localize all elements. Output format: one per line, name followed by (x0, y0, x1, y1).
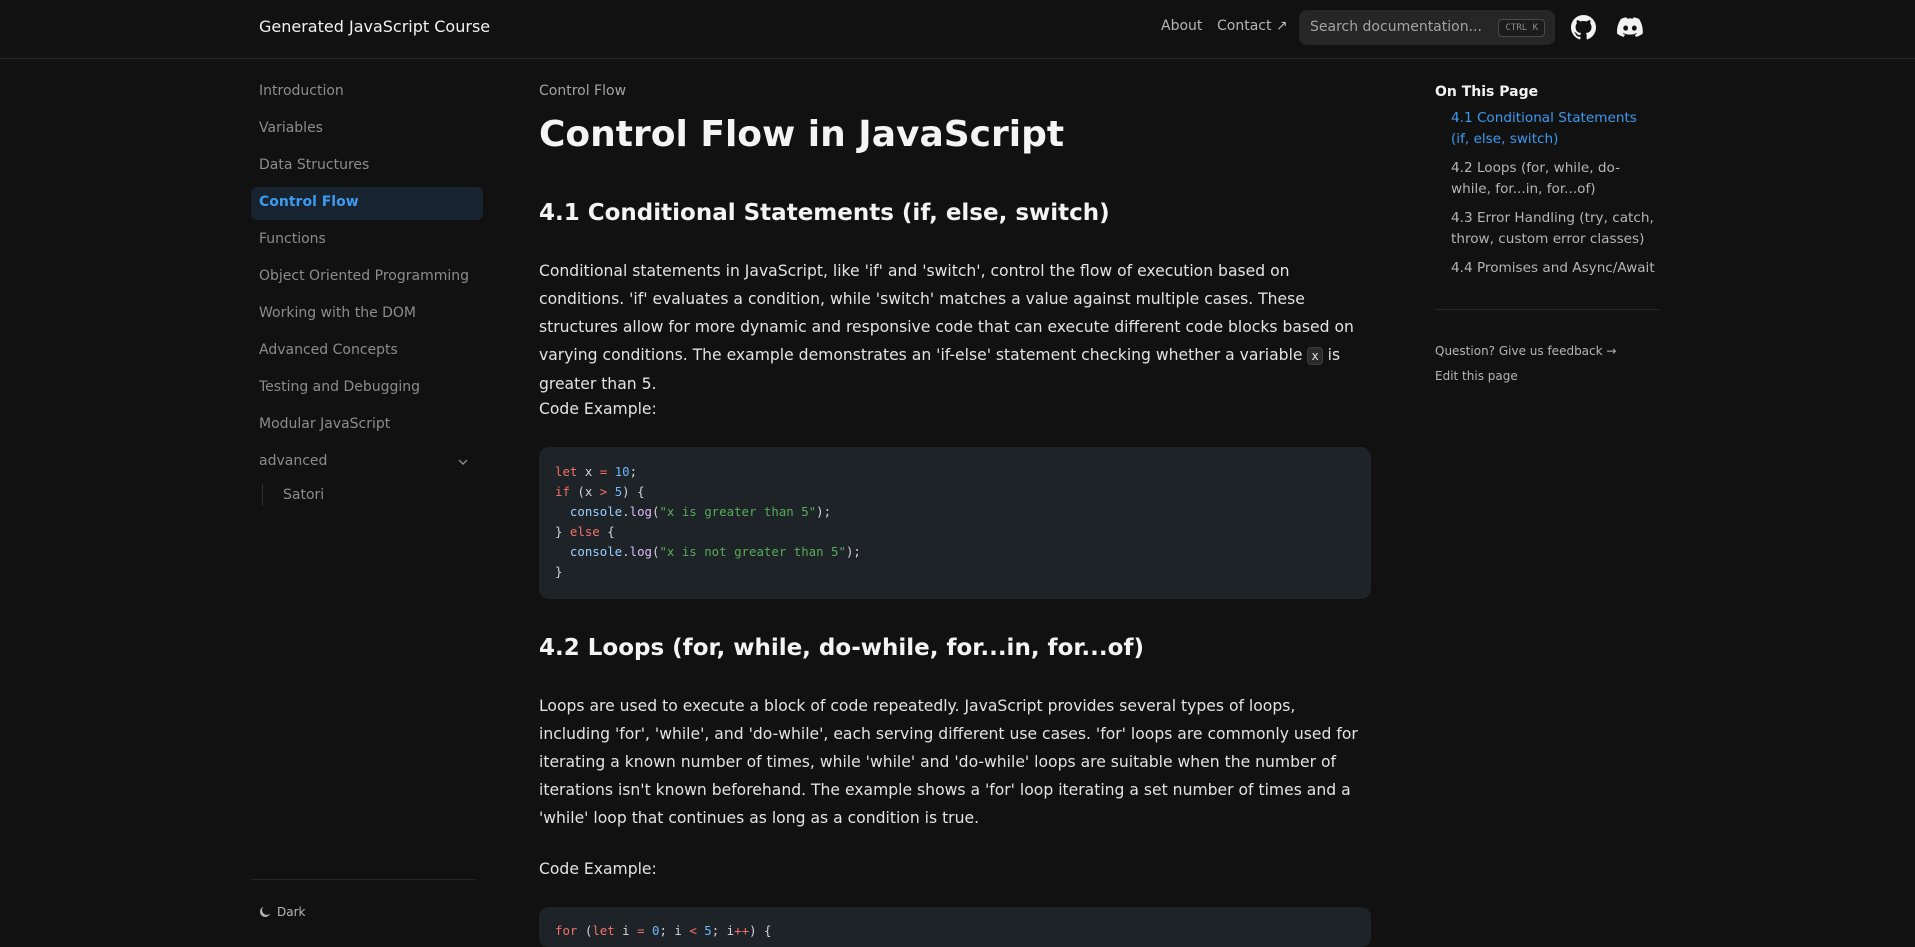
theme-label: Dark (277, 905, 306, 919)
sidebar-item-control-flow[interactable]: Control Flow (251, 187, 483, 220)
sidebar-nav: Introduction Variables Data Structures C… (251, 76, 483, 506)
section-4-2-paragraph: Loops are used to execute a block of cod… (539, 697, 1358, 827)
code-block: for (let i = 0; i < 5; i++) { (539, 907, 1371, 947)
sidebar-item-advanced[interactable]: advanced (251, 446, 483, 479)
discord-icon[interactable] (1617, 14, 1643, 40)
nav-contact-link[interactable]: Contact ↗ (1217, 18, 1288, 34)
top-header: Generated JavaScript Course About Contac… (0, 0, 1915, 59)
section-heading-4-2: 4.2 Loops (for, while, do-while, for...i… (539, 635, 1144, 661)
sidebar-item-advanced-label: advanced (259, 453, 328, 469)
github-icon[interactable] (1570, 14, 1596, 40)
edit-page-link[interactable]: Edit this page (1435, 369, 1659, 383)
toc-divider (1435, 309, 1659, 310)
code-line: console.log("x is not greater than 5"); (569, 544, 861, 559)
section-4-1-paragraph: Conditional statements in JavaScript, li… (539, 257, 1371, 398)
code-line: } (555, 564, 563, 579)
search-shortcut-badge: CTRL K (1498, 19, 1545, 37)
toc-item-4-2[interactable]: 4.2 Loops (for, while, do-while, for...i… (1451, 158, 1659, 200)
sidebar-item-dom[interactable]: Working with the DOM (251, 298, 483, 331)
sidebar-item-data-structures[interactable]: Data Structures (251, 150, 483, 183)
theme-toggle[interactable]: Dark (259, 905, 305, 919)
sidebar-footer: Dark (251, 879, 475, 919)
sidebar-item-oop[interactable]: Object Oriented Programming (251, 261, 483, 294)
site-logo[interactable]: Generated JavaScript Course (259, 17, 490, 36)
breadcrumb: Control Flow (539, 83, 627, 99)
search-placeholder: Search documentation... (1310, 19, 1482, 35)
sidebar-item-functions[interactable]: Functions (251, 224, 483, 257)
page-title: Control Flow in JavaScript (539, 114, 1065, 155)
section-heading-4-1: 4.1 Conditional Statements (if, else, sw… (539, 200, 1110, 226)
code-line: } else { (555, 524, 615, 539)
code-example-label: Code Example: (539, 860, 657, 878)
search-input[interactable]: Search documentation... CTRL K (1299, 10, 1555, 45)
inline-code: x (1307, 347, 1323, 365)
sidebar-item-variables[interactable]: Variables (251, 113, 483, 146)
toc-item-4-3[interactable]: 4.3 Error Handling (try, catch, throw, c… (1451, 208, 1659, 250)
sidebar-item-introduction[interactable]: Introduction (251, 76, 483, 109)
chevron-down-icon[interactable] (457, 456, 469, 468)
sidebar-item-modular[interactable]: Modular JavaScript (251, 409, 483, 442)
sidebar-subitem-satori[interactable]: Satori (262, 484, 483, 506)
code-example-label: Code Example: (539, 400, 657, 418)
toc-item-4-1[interactable]: 4.1 Conditional Statements (if, else, sw… (1451, 108, 1659, 150)
code-line: console.log("x is greater than 5"); (569, 504, 832, 519)
sidebar-item-advanced-concepts[interactable]: Advanced Concepts (251, 335, 483, 368)
moon-icon (259, 906, 271, 917)
feedback-link[interactable]: Question? Give us feedback → (1435, 344, 1659, 358)
code-line: if (x > 5) { (555, 484, 645, 499)
code-block: let x = 10; if (x > 5) { console.log("x … (539, 447, 1371, 599)
toc-title: On This Page (1435, 84, 1539, 100)
table-of-contents: On This Page 4.1 Conditional Statements … (1435, 84, 1659, 383)
code-line: let x = 10; (555, 464, 638, 479)
nav-about-link[interactable]: About (1161, 18, 1202, 34)
sidebar-item-testing[interactable]: Testing and Debugging (251, 372, 483, 405)
code-line: for (let i = 0; i < 5; i++) { (555, 923, 772, 938)
toc-item-4-4[interactable]: 4.4 Promises and Async/Await (1451, 258, 1659, 279)
paragraph-text: Conditional statements in JavaScript, li… (539, 262, 1354, 364)
